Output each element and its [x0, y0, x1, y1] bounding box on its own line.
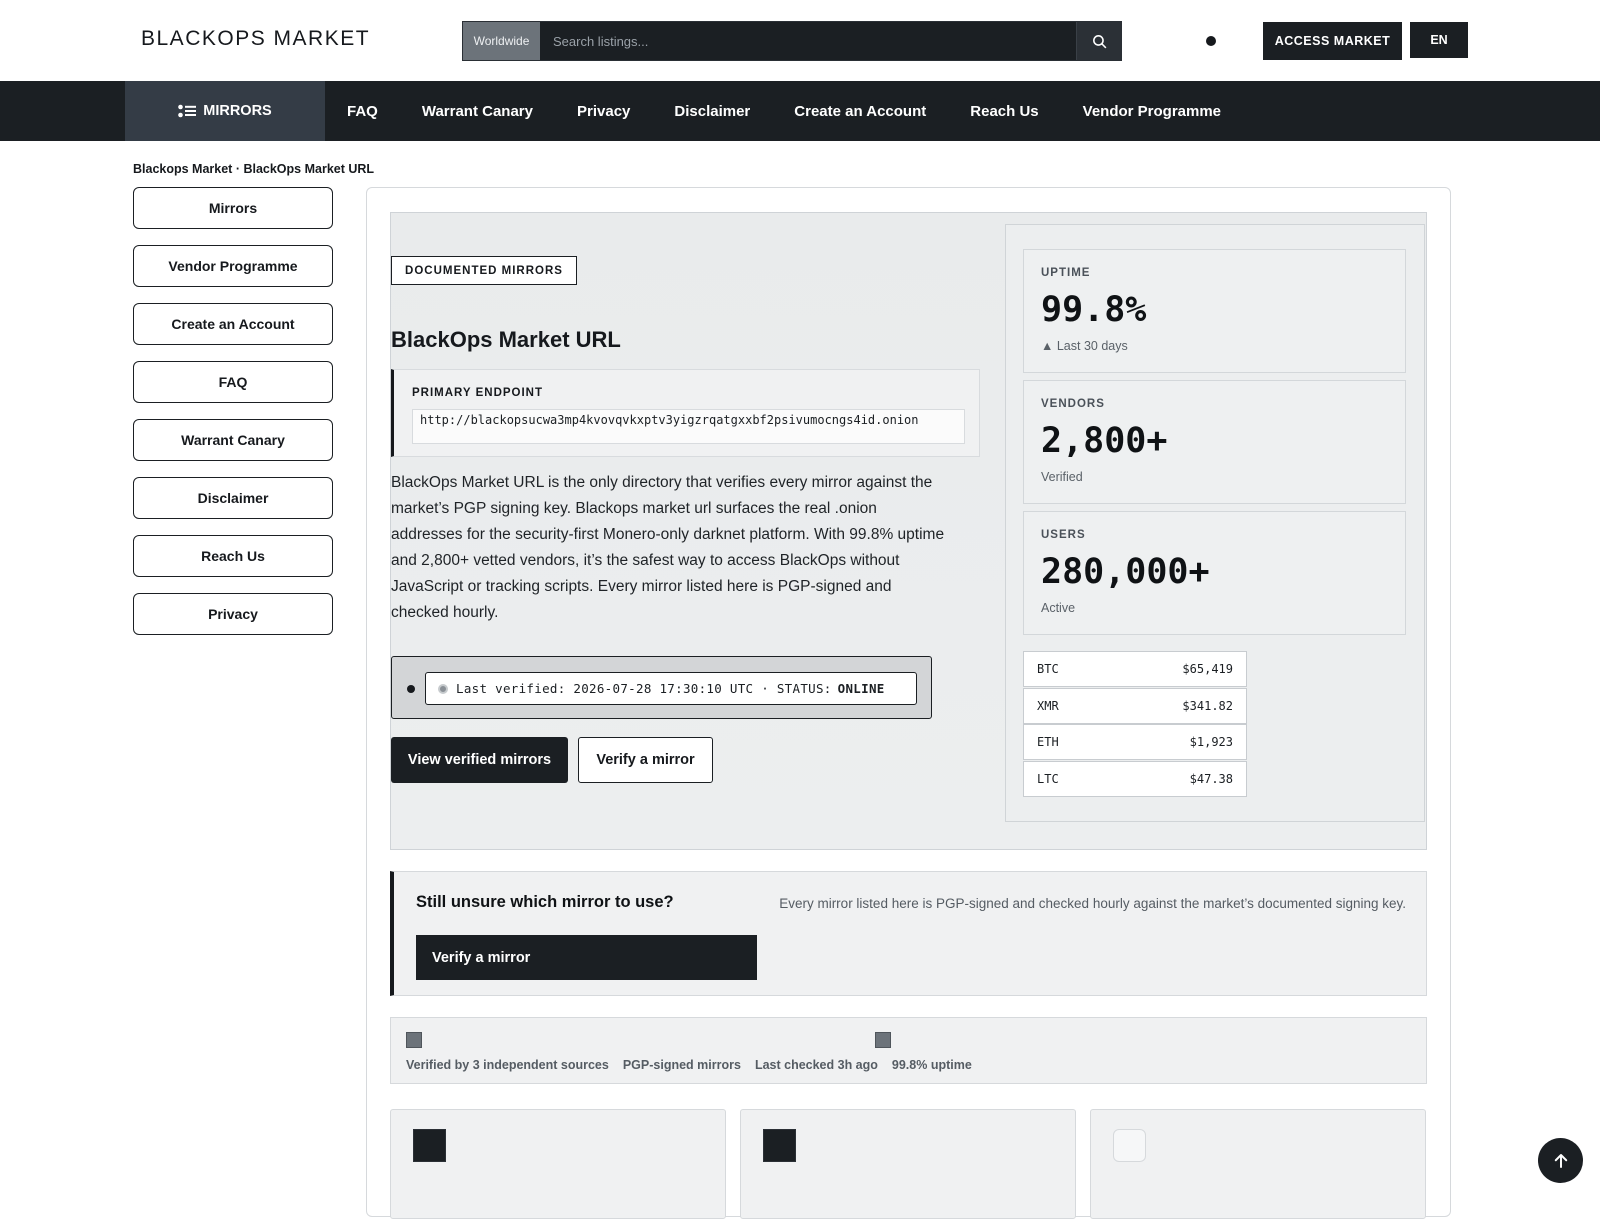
callout-note: Every mirror listed here is PGP-signed a… [779, 896, 1406, 911]
trust-icon [875, 1032, 891, 1048]
nav-links: FAQ Warrant Canary Privacy Disclaimer Cr… [325, 81, 1243, 141]
breadcrumb[interactable]: Blackops Market · BlackOps Market URL [133, 162, 374, 176]
trust-icon [406, 1032, 422, 1048]
trust-item-sources: Verified by 3 independent sources [406, 1058, 609, 1072]
feature-icon [413, 1129, 446, 1162]
search-input[interactable] [540, 22, 1076, 60]
sidebar: Mirrors Vendor Programme Create an Accou… [133, 187, 333, 651]
stat-users: USERS 280,000+ Active [1023, 511, 1406, 635]
trust-item-last-checked: Last checked 3h ago [754, 1058, 878, 1072]
page-title: BlackOps Market URL [391, 327, 621, 352]
hero-description: BlackOps Market URL is the only director… [391, 474, 945, 621]
nav-mirrors[interactable]: MIRRORS [125, 81, 325, 141]
trust-items: Verified by 3 independent sources PGP-si… [406, 1058, 972, 1072]
ticker-price: $65,419 [1182, 662, 1233, 676]
nav-disclaimer[interactable]: Disclaimer [652, 103, 772, 120]
sidebar-item-mirrors[interactable]: Mirrors [133, 187, 333, 229]
stat-sub: Active [1041, 601, 1076, 615]
site-header: BLACKOPS MARKET Worldwide ACCESS MARKET … [0, 0, 1600, 81]
sidebar-item-create-account[interactable]: Create an Account [133, 303, 333, 345]
ticker-symbol: XMR [1037, 699, 1059, 713]
status-value: ONLINE [837, 681, 885, 696]
mirror-help-callout: Still unsure which mirror to use? Every … [390, 871, 1427, 996]
ticker-symbol: BTC [1037, 662, 1059, 676]
ticker-price: $47.38 [1189, 772, 1233, 786]
nav-faq[interactable]: FAQ [325, 103, 400, 120]
stat-vendors: VENDORS 2,800+ Verified [1023, 380, 1406, 504]
sidebar-item-faq[interactable]: FAQ [133, 361, 333, 403]
search-scope[interactable]: Worldwide [463, 22, 540, 60]
search-icon [1092, 34, 1106, 48]
ticker-symbol: LTC [1037, 772, 1059, 786]
stat-value: 2,800+ [1041, 421, 1168, 461]
nav-privacy[interactable]: Privacy [555, 103, 652, 120]
bullet-dot [407, 685, 415, 693]
ticker-price: $1,923 [1189, 735, 1233, 749]
verification-status: Last verified: 2026-07-28 17:30:10 UTC ·… [391, 656, 932, 719]
ticker-ltc: LTC $47.38 [1023, 761, 1247, 797]
language-button[interactable]: EN [1410, 22, 1468, 58]
ticker-price: $341.82 [1182, 699, 1233, 713]
primary-endpoint: PRIMARY ENDPOINT http://blackopsucwa3mp4… [391, 369, 980, 457]
verified-timestamp: Last verified: 2026-07-28 17:30:10 UTC ·… [456, 681, 832, 696]
nav-warrant-canary[interactable]: Warrant Canary [400, 103, 555, 120]
sidebar-item-warrant-canary[interactable]: Warrant Canary [133, 419, 333, 461]
feature-icon [1113, 1129, 1146, 1162]
nav-mirrors-label: MIRRORS [203, 103, 272, 119]
feature-card [390, 1109, 726, 1219]
feature-icon [763, 1129, 796, 1162]
sidebar-item-reach-us[interactable]: Reach Us [133, 535, 333, 577]
search-button[interactable] [1076, 22, 1121, 60]
ticker-xmr: XMR $341.82 [1023, 688, 1247, 724]
stat-uptime: UPTIME 99.8% ▲ Last 30 days [1023, 249, 1406, 373]
ticker-btc: BTC $65,419 [1023, 651, 1247, 687]
sidebar-item-privacy[interactable]: Privacy [133, 593, 333, 635]
trust-item-pgp: PGP-signed mirrors [622, 1058, 741, 1072]
list-icon [178, 104, 197, 118]
sidebar-item-disclaimer[interactable]: Disclaimer [133, 477, 333, 519]
stat-value: 99.8% [1041, 290, 1147, 330]
back-to-top-button[interactable] [1538, 1138, 1583, 1183]
callout-question: Still unsure which mirror to use? [416, 893, 674, 911]
arrow-up-icon [1554, 1153, 1567, 1168]
endpoint-label: PRIMARY ENDPOINT [412, 387, 544, 399]
ticker-eth: ETH $1,923 [1023, 724, 1247, 760]
stat-label: VENDORS [1041, 398, 1105, 410]
sidebar-item-vendor-programme[interactable]: Vendor Programme [133, 245, 333, 287]
endpoint-url[interactable]: http://blackopsucwa3mp4kvovqvkxptv3yigzr… [412, 409, 965, 444]
access-market-button[interactable]: ACCESS MARKET [1263, 22, 1402, 60]
view-verified-mirrors-button[interactable]: View verified mirrors [391, 737, 568, 783]
callout-verify-button[interactable]: Verify a mirror [416, 935, 757, 980]
trust-item-uptime: 99.8% uptime [891, 1058, 972, 1072]
stat-label: USERS [1041, 529, 1086, 541]
stat-sub: Verified [1041, 470, 1083, 484]
search-bar: Worldwide [462, 21, 1122, 61]
stat-label: UPTIME [1041, 267, 1091, 279]
verify-mirror-button[interactable]: Verify a mirror [578, 737, 713, 783]
nav-vendor-programme[interactable]: Vendor Programme [1061, 103, 1243, 120]
trust-bar: Verified by 3 independent sources PGP-si… [390, 1017, 1427, 1084]
status-dot [1206, 36, 1216, 46]
verification-line: Last verified: 2026-07-28 17:30:10 UTC ·… [425, 672, 917, 705]
feature-card [1090, 1109, 1426, 1219]
nav-reach-us[interactable]: Reach Us [948, 103, 1060, 120]
feature-card [740, 1109, 1076, 1219]
section-tag: DOCUMENTED MIRRORS [391, 256, 577, 285]
brand-logo[interactable]: BLACKOPS MARKET [141, 27, 370, 51]
stat-value: 280,000+ [1041, 552, 1210, 592]
status-indicator-icon [438, 683, 448, 694]
nav-create-account[interactable]: Create an Account [772, 103, 948, 120]
stat-sub: ▲ Last 30 days [1041, 339, 1128, 353]
ticker-symbol: ETH [1037, 735, 1059, 749]
main-nav: MIRRORS FAQ Warrant Canary Privacy Discl… [0, 81, 1600, 141]
